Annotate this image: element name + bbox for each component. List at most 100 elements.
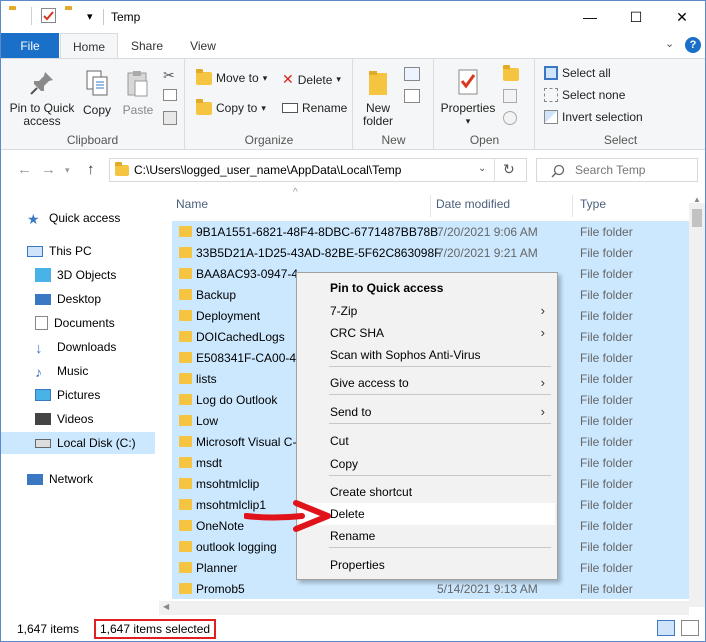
maximize-button[interactable]: ☐ [613, 1, 659, 33]
menu-item-properties[interactable]: Properties [299, 554, 555, 576]
details-view-icon[interactable] [657, 620, 675, 636]
table-row[interactable]: 33B5D21A-1D25-43AD-82BE-5F62C863098F 7/20… [172, 242, 689, 263]
select-none-button[interactable]: Select none [544, 88, 625, 102]
new-group: New folder New [354, 59, 434, 150]
scroll-left-icon[interactable]: ◀ [163, 602, 169, 611]
recent-chevron-icon[interactable]: ▾ [65, 165, 70, 176]
paste-shortcut-icon[interactable] [163, 111, 177, 125]
menu-item-rename[interactable]: Rename [299, 525, 555, 547]
menu-item-label: CRC SHA [330, 326, 385, 340]
help-icon[interactable]: ? [685, 37, 701, 53]
horizontal-scrollbar[interactable]: ◀ [159, 601, 689, 615]
close-button[interactable]: ✕ [659, 1, 705, 33]
nav-videos[interactable]: Videos [35, 408, 93, 430]
copy-to-button[interactable]: Copy to ▾ [196, 98, 266, 115]
menu-separator [329, 366, 551, 367]
search-box[interactable]: Search Temp [536, 158, 698, 182]
nav-desktop[interactable]: Desktop [35, 288, 101, 310]
new-item-icon[interactable] [404, 67, 420, 81]
move-to-label: Move to [216, 71, 259, 85]
menu-item-crc-sha[interactable]: CRC SHA › [299, 322, 555, 344]
nav-network[interactable]: Network [27, 468, 93, 490]
refresh-icon[interactable]: ↻ [503, 161, 515, 178]
nav-3d-objects[interactable]: 3D Objects [35, 264, 116, 286]
menu-item-label: Rename [330, 529, 376, 543]
menu-item-scan-with-sophos-anti-virus[interactable]: Scan with Sophos Anti-Virus [299, 344, 555, 366]
qat-dropdown-icon[interactable]: ▾ [87, 10, 93, 23]
move-to-icon [196, 68, 212, 85]
file-type: File folder [580, 351, 633, 365]
rename-ribbon-button[interactable]: Rename [282, 101, 347, 115]
nav-label: Downloads [57, 340, 117, 354]
nav-this-pc[interactable]: This PC [27, 240, 92, 262]
menu-item-send-to[interactable]: Send to › [299, 401, 555, 423]
column-type-header[interactable]: Type [580, 189, 606, 219]
tab-home[interactable]: Home [60, 33, 118, 59]
copy-button[interactable]: Copy [79, 69, 115, 117]
menu-item-give-access-to[interactable]: Give access to › [299, 372, 555, 394]
menu-item-label: Give access to [330, 376, 409, 390]
nav-music[interactable]: ♪ Music [35, 360, 88, 382]
copy-icon [86, 70, 108, 96]
collapse-ribbon-icon[interactable]: ⌄ [665, 37, 674, 50]
up-arrow-icon[interactable]: ↑ [87, 161, 95, 178]
tab-file[interactable]: File [1, 33, 59, 58]
pin-label: Pin to Quick access [9, 101, 75, 128]
properties-check-icon[interactable] [41, 8, 56, 23]
nav-label: Quick access [49, 211, 121, 225]
new-folder-button[interactable]: New folder [358, 67, 398, 128]
nav-pictures[interactable]: Pictures [35, 384, 100, 406]
menu-item-label: Properties [330, 558, 385, 572]
column-divider[interactable] [430, 195, 431, 217]
file-type: File folder [580, 372, 633, 386]
menu-item-create-shortcut[interactable]: Create shortcut [299, 481, 555, 503]
table-row[interactable]: Promob5 5/14/2021 9:13 AM File folder [172, 578, 689, 599]
menu-item-pin-to-quick-access[interactable]: Pin to Quick access [299, 277, 555, 299]
paste-icon [127, 71, 148, 97]
search-input: Search Temp [575, 163, 646, 177]
properties-icon [458, 69, 478, 95]
paste-button[interactable]: Paste [119, 69, 157, 117]
nav-downloads[interactable]: ↓ Downloads [35, 336, 116, 358]
delete-ribbon-button[interactable]: ✕ Delete ▾ [282, 71, 341, 88]
new-group-label: New [381, 133, 406, 147]
easy-access-icon[interactable] [404, 89, 420, 103]
menu-item-delete[interactable]: Delete [299, 503, 555, 525]
menu-item-cut[interactable]: Cut [299, 430, 555, 452]
vertical-scrollbar[interactable]: ▲ [689, 195, 705, 607]
column-divider[interactable] [572, 195, 573, 217]
invert-selection-button[interactable]: Invert selection [544, 110, 643, 124]
file-type: File folder [580, 456, 633, 470]
scroll-up-icon[interactable]: ▲ [693, 195, 701, 204]
file-name: lists [196, 372, 217, 386]
column-name-header[interactable]: Name [176, 189, 208, 219]
menu-item-copy[interactable]: Copy [299, 453, 555, 475]
forward-arrow-icon[interactable]: → [41, 161, 56, 178]
select-all-button[interactable]: Select all [544, 66, 611, 80]
column-date-header[interactable]: Date modified [436, 189, 510, 219]
address-dropdown-icon[interactable]: ⌄ [478, 163, 486, 174]
nav-documents[interactable]: Documents [35, 312, 115, 334]
open-icon[interactable] [503, 65, 519, 81]
nav-local-disk[interactable]: Local Disk (C:) [1, 432, 155, 454]
history-icon[interactable] [503, 111, 517, 125]
copy-path-icon[interactable] [163, 89, 177, 101]
nav-quick-access[interactable]: ★ Quick access [27, 207, 120, 229]
pin-quick-access-button[interactable]: Pin to Quick access [7, 69, 77, 128]
table-row[interactable]: 9B1A1551-6821-48F4-8DBC-6771487BB78B 7/20… [172, 221, 689, 242]
cut-icon[interactable]: ✂ [163, 67, 175, 84]
tab-view[interactable]: View [177, 33, 229, 58]
nav-label: Videos [57, 412, 94, 426]
address-bar[interactable]: C:\Users\logged_user_name\AppData\Local\… [109, 158, 527, 182]
minimize-button[interactable]: — [567, 1, 613, 33]
folder-icon [179, 331, 192, 342]
edit-icon[interactable] [503, 89, 517, 103]
back-arrow-icon[interactable]: ← [17, 161, 32, 178]
move-to-button[interactable]: Move to ▾ [196, 68, 267, 85]
scroll-thumb[interactable] [692, 209, 702, 227]
tab-share[interactable]: Share [121, 33, 173, 58]
menu-item-7-zip[interactable]: 7-Zip › [299, 300, 555, 322]
menu-separator [329, 423, 551, 424]
properties-button[interactable]: Properties ▾ [437, 67, 499, 128]
large-icons-view-icon[interactable] [681, 620, 699, 636]
